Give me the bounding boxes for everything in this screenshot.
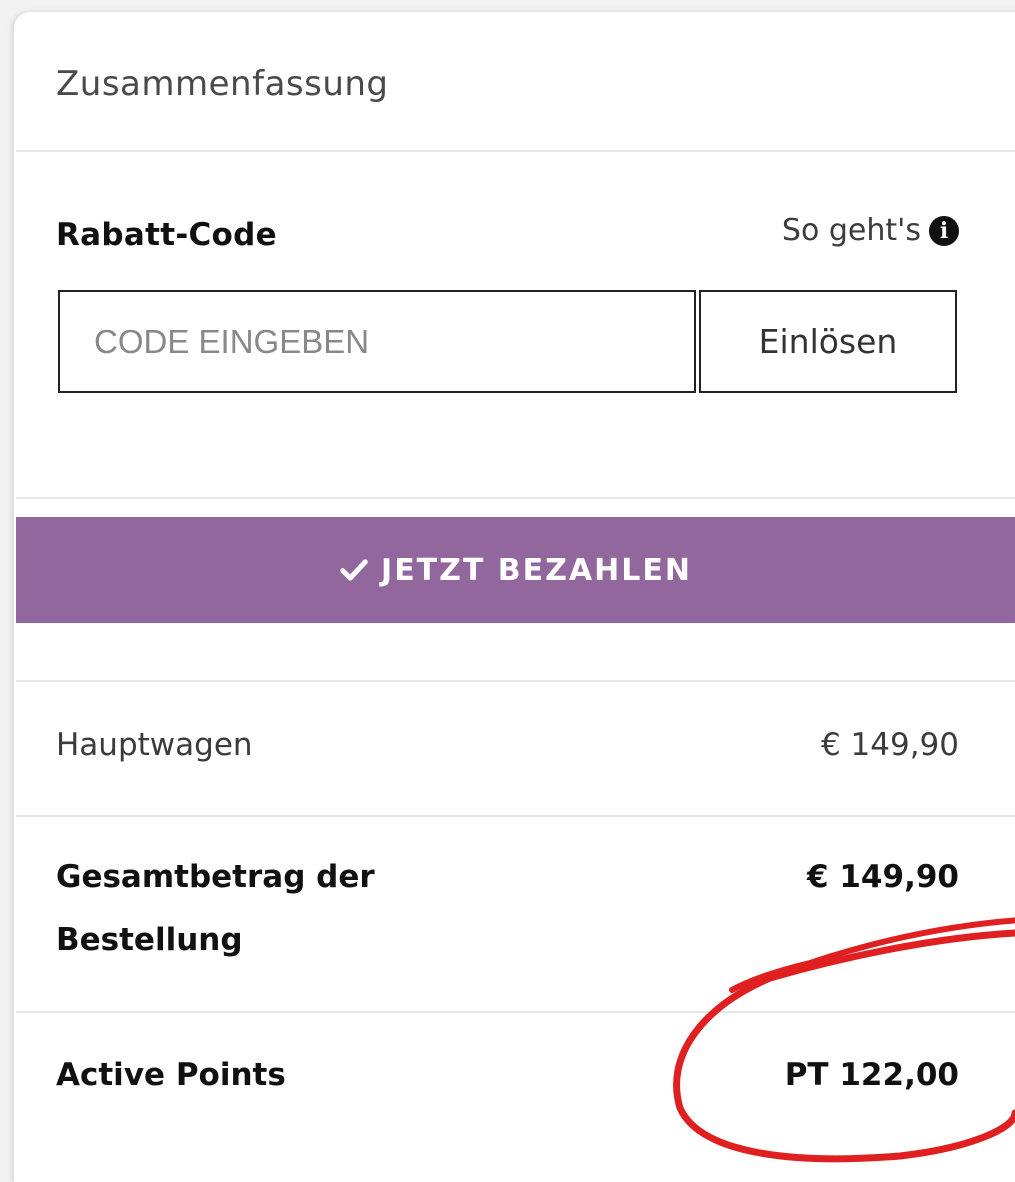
divider <box>16 497 1015 499</box>
discount-code-label: Rabatt-Code <box>56 217 277 253</box>
redeem-button[interactable]: Einlösen <box>699 290 957 393</box>
howto-label: So geht's <box>781 213 921 248</box>
order-total-label-line1: Gesamtbetrag der <box>56 859 375 895</box>
divider <box>16 150 1015 152</box>
pay-now-label: JETZT BEZAHLEN <box>381 552 692 588</box>
order-total-label-line2: Bestellung <box>56 922 243 958</box>
order-total-value: € 149,90 <box>807 859 959 895</box>
summary-title: Zusammenfassung <box>56 64 389 104</box>
divider <box>16 815 1015 817</box>
main-cart-value: € 149,90 <box>820 727 959 763</box>
divider <box>16 1011 1015 1013</box>
howto-link[interactable]: So geht's i <box>782 213 959 248</box>
main-cart-label: Hauptwagen <box>56 727 253 763</box>
check-icon <box>340 559 368 581</box>
divider <box>16 680 1015 682</box>
discount-code-input[interactable] <box>58 290 696 393</box>
active-points-label: Active Points <box>56 1057 286 1093</box>
active-points-value: PT 122,00 <box>784 1057 959 1093</box>
pay-now-button[interactable]: JETZT BEZAHLEN <box>16 517 1015 623</box>
info-icon[interactable]: i <box>929 215 959 246</box>
